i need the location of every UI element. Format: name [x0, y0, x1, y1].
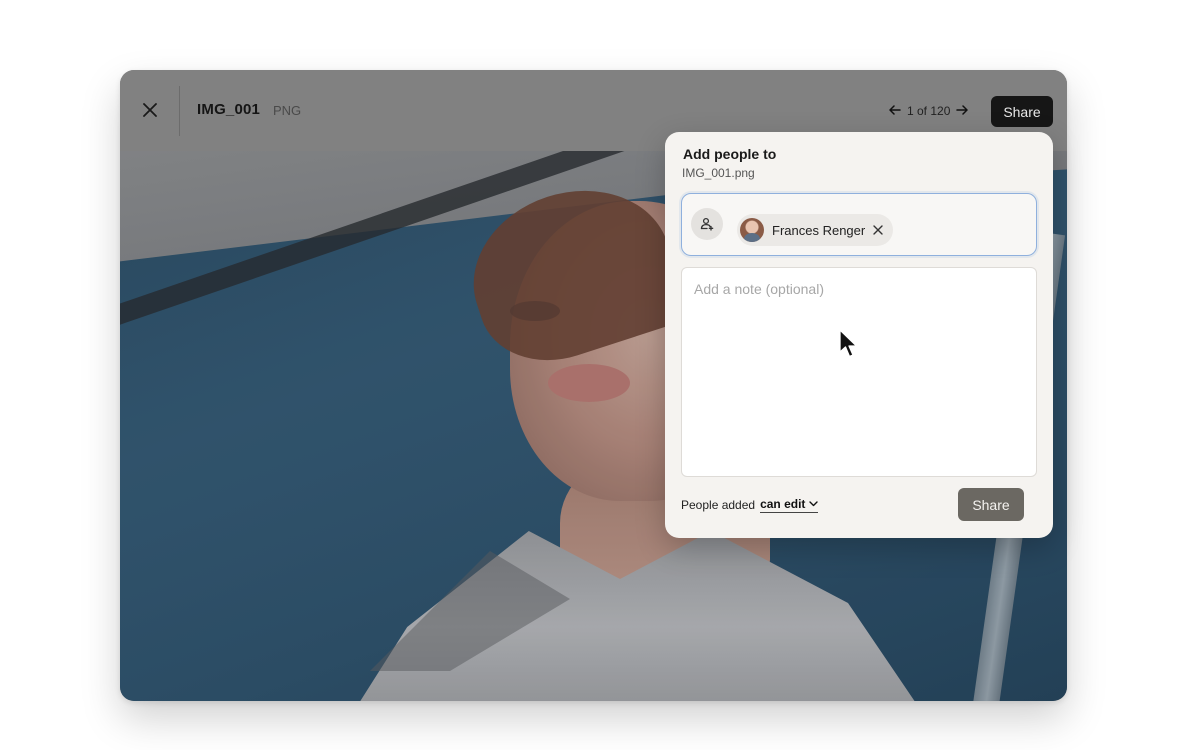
share-dialog: Add people to IMG_001.png Frances Renger…: [665, 132, 1053, 538]
note-field[interactable]: [682, 268, 1036, 476]
recipient-name: Frances Renger: [772, 222, 866, 238]
close-button[interactable]: [136, 96, 164, 124]
arrow-left-icon[interactable]: [889, 103, 901, 118]
note-field-wrapper: [681, 267, 1037, 477]
permission-value: can edit: [760, 497, 806, 511]
arrow-right-icon[interactable]: [956, 103, 969, 118]
toolbar-divider: [179, 86, 180, 136]
dialog-title: Add people to: [683, 146, 777, 162]
pager: 1 of 120: [889, 103, 969, 118]
file-name: IMG_001: [197, 101, 261, 118]
chevron-down-icon: [809, 501, 819, 507]
mouse-pointer-icon: [839, 329, 858, 358]
add-person-button[interactable]: [691, 208, 723, 240]
permission-prefix: People added: [681, 498, 756, 512]
close-icon: [143, 103, 157, 117]
recipients-input[interactable]: Frances Renger: [681, 193, 1037, 256]
add-person-icon: [700, 217, 714, 231]
share-button-toolbar[interactable]: Share: [991, 96, 1053, 127]
pager-text: 1 of 120: [907, 103, 951, 118]
file-type: PNG: [273, 103, 302, 118]
dialog-subtitle: IMG_001.png: [682, 166, 755, 180]
share-button[interactable]: Share: [958, 488, 1024, 521]
avatar: [740, 218, 764, 242]
permission-row: People added can edit: [681, 497, 819, 513]
recipient-chip: Frances Renger: [737, 214, 894, 246]
permission-select[interactable]: can edit: [760, 497, 819, 513]
remove-icon[interactable]: [873, 223, 883, 237]
